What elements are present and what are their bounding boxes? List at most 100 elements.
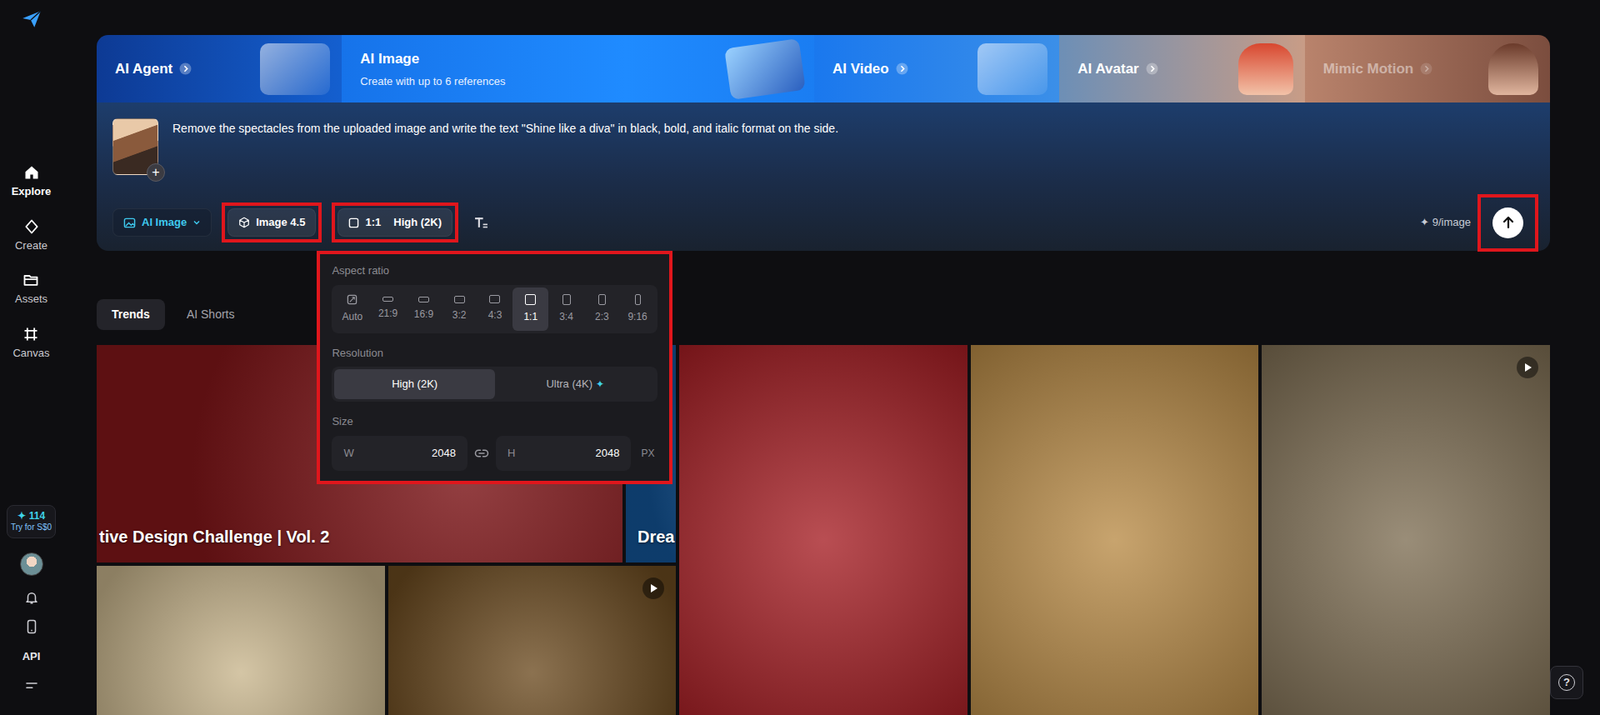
feed-tab-label: Trends: [111, 305, 150, 324]
play-icon: [1516, 356, 1539, 379]
aspect-ratio-option[interactable]: 1:1: [512, 287, 549, 331]
mode-tab-label: AI Video: [832, 58, 890, 80]
slide-caption: Drea: [625, 524, 676, 550]
cost-icon: ✦: [1420, 214, 1430, 231]
reference-thumbnail[interactable]: +: [112, 118, 159, 175]
feed-tab-label: AI Shorts: [186, 305, 235, 324]
cost-text: 9/image: [1432, 214, 1471, 231]
gallery: tive Design Challenge | Vol. 2 Drea: [96, 345, 1550, 715]
aspect-ratio-option[interactable]: 2:3: [584, 287, 620, 331]
resolution-option-label: High (2K): [391, 375, 438, 393]
link-icon[interactable]: [474, 445, 490, 461]
chevron-right-icon: [1420, 62, 1433, 75]
menu-icon[interactable]: [24, 678, 40, 694]
mode-picture: [724, 38, 806, 100]
auto-ratio-icon: [346, 294, 358, 305]
send-button[interactable]: [1492, 207, 1524, 239]
prompt-panel: +Remove the spectacles from the uploaded…: [96, 102, 1550, 251]
model-highlight: Image 4.5: [225, 205, 319, 240]
aspect-ratio-option[interactable]: 3:2: [441, 287, 478, 331]
ratio-label: 1:1: [365, 214, 381, 231]
sidebar-item[interactable]: Assets: [13, 268, 50, 311]
mode-tab-title: AI Avatar: [1077, 58, 1158, 80]
mode-select[interactable]: AI Image: [112, 208, 212, 237]
mode-picture: [1238, 43, 1294, 95]
phone-icon[interactable]: [24, 619, 40, 635]
mode-tab-title: AI Video: [832, 58, 909, 80]
sidebar-item-label: Explore: [11, 183, 52, 200]
avatar[interactable]: [20, 552, 44, 576]
feed-tabs: Trends AI Shorts: [96, 299, 1550, 330]
mode-tab-text: AI Agent: [115, 58, 192, 80]
aspect-ratio-option[interactable]: 16:9: [405, 287, 442, 331]
mode-tab[interactable]: AI Agent: [96, 35, 342, 103]
cost-label: ✦9/image: [1420, 214, 1471, 231]
mode-tab[interactable]: AI Avatar: [1059, 35, 1305, 103]
chevron-right-icon: [179, 62, 192, 75]
model-button[interactable]: Image 4.5: [227, 208, 316, 237]
mode-tab-label: AI Avatar: [1077, 58, 1139, 80]
logo[interactable]: [20, 8, 43, 36]
canvas-icon: [22, 325, 40, 343]
sidebar-item-label: Assets: [15, 290, 48, 308]
help-button[interactable]: ?: [1550, 665, 1584, 700]
settings-highlight: 1:1High (2K)Aspect ratioAuto21:916:93:24…: [335, 205, 455, 240]
app: Explore Create Assets Canvas ✦114Try for S$…: [0, 0, 1600, 715]
mode-tab-subtitle: Create with up to 6 references: [360, 73, 505, 90]
ratio-shape-icon: [598, 294, 606, 305]
text-format-button[interactable]: [468, 208, 495, 237]
chevron-right-icon: [1145, 62, 1159, 75]
aspect-ratio-option[interactable]: 9:16: [620, 287, 656, 331]
gallery-card[interactable]: [388, 565, 677, 715]
play-icon: [642, 577, 665, 600]
settings-popup-frame: Aspect ratioAuto21:916:93:24:31:13:42:39…: [316, 250, 673, 485]
mode-tab[interactable]: Mimic Motion: [1305, 35, 1550, 103]
api-link[interactable]: API: [22, 648, 41, 665]
height-field[interactable]: H2048: [495, 435, 632, 471]
height-label: H: [507, 445, 515, 462]
width-field[interactable]: W2048: [331, 435, 468, 471]
resolution-option[interactable]: Ultra (4K)✦: [495, 369, 656, 400]
aspect-ratio-label: Auto: [342, 309, 364, 325]
resolution-label: High (2K): [393, 214, 442, 231]
sidebar-item[interactable]: Canvas: [10, 322, 51, 365]
mode-tab-title: Mimic Motion: [1323, 58, 1434, 80]
mode-picture: [977, 43, 1048, 95]
bell-icon[interactable]: [24, 590, 40, 605]
mode-tab-label: Mimic Motion: [1323, 58, 1415, 80]
aspect-ratio-option[interactable]: 4:3: [477, 287, 514, 331]
gallery-card[interactable]: [1261, 345, 1550, 715]
resolution-option[interactable]: High (2K): [334, 369, 495, 400]
feed-tab[interactable]: Trends: [96, 299, 165, 330]
mode-tab-text: AI Avatar: [1077, 58, 1158, 80]
aspect-ratio-label: 16:9: [414, 306, 434, 322]
gallery-card[interactable]: [970, 345, 1260, 715]
prompt-input[interactable]: Remove the spectacles from the uploaded …: [172, 118, 839, 206]
aspect-ratio-option[interactable]: 3:4: [548, 287, 585, 331]
ratio-shape-icon: [454, 295, 465, 304]
sidebar-item[interactable]: Explore: [10, 160, 54, 204]
arrow-up-icon: [1500, 215, 1516, 230]
gallery-card[interactable]: [96, 565, 385, 715]
width-value: 2048: [431, 445, 456, 462]
settings-button[interactable]: 1:1 High (2K): [337, 208, 453, 237]
sidebar-item[interactable]: Create: [13, 215, 50, 258]
aspect-ratio-option[interactable]: 21:9: [370, 287, 406, 331]
chevron-right-icon: [895, 62, 909, 75]
chevron-down-icon: [192, 218, 201, 227]
credits-count-row: ✦114: [10, 510, 52, 523]
slide-caption: tive Design Challenge | Vol. 2: [96, 524, 341, 550]
mode-tab-text: AI Video: [832, 58, 909, 80]
add-reference-button[interactable]: +: [146, 163, 165, 182]
feed-tab[interactable]: AI Shorts: [171, 299, 250, 330]
mode-tab[interactable]: AI ImageCreate with up to 6 references: [341, 35, 815, 103]
mode-tab[interactable]: AI Video: [814, 35, 1060, 103]
ratio-shape-icon: [635, 294, 641, 305]
aspect-ratio-option[interactable]: Auto: [334, 287, 370, 331]
gallery-card[interactable]: [679, 345, 968, 715]
ratio-shape-icon: [525, 294, 536, 305]
credits-button[interactable]: ✦114Try for S$0: [6, 505, 56, 539]
settings-popup: Aspect ratioAuto21:916:93:24:31:13:42:39…: [316, 250, 673, 485]
sidebar-item-label: Create: [15, 237, 48, 255]
sidebar: Explore Create Assets Canvas ✦114Try for S$…: [0, 0, 63, 715]
